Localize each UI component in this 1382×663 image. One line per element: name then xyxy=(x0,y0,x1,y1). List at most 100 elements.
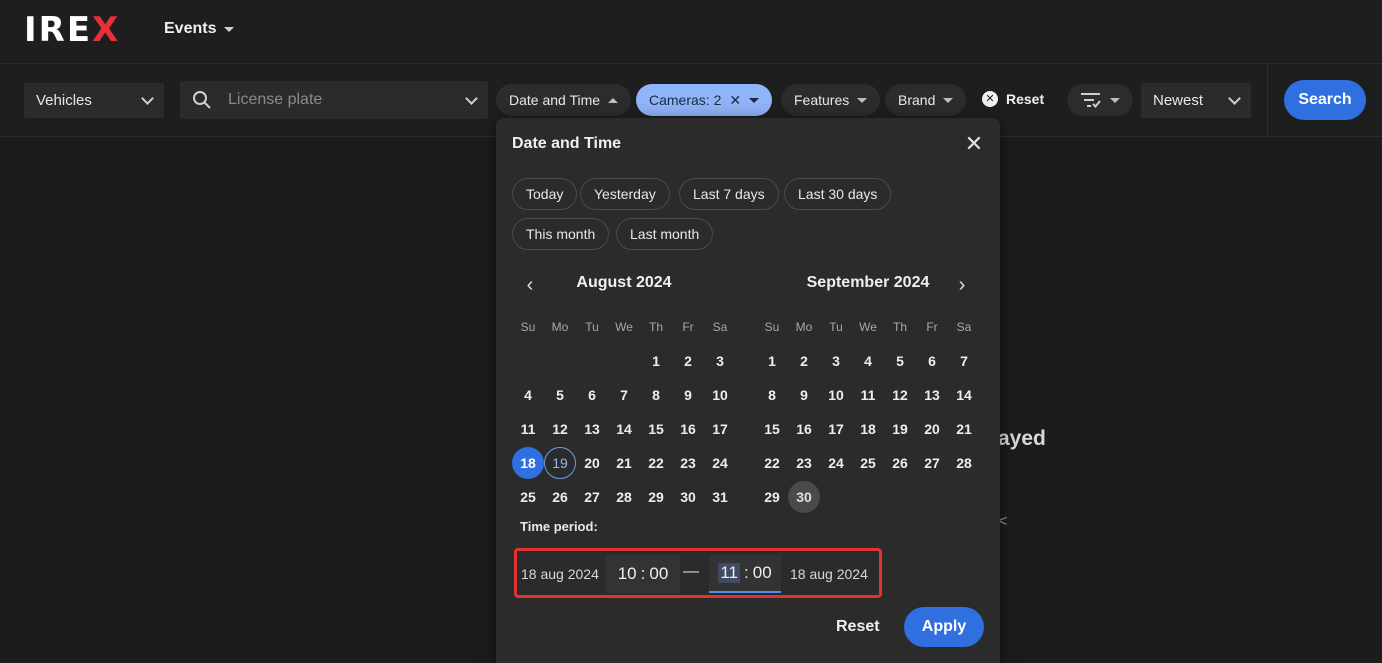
day-cell[interactable]: 14 xyxy=(608,413,640,445)
license-plate-placeholder: License plate xyxy=(228,91,323,108)
day-cell[interactable]: 7 xyxy=(608,379,640,411)
license-plate-input[interactable]: License plate xyxy=(180,81,488,119)
day-cell[interactable]: 12 xyxy=(544,413,576,445)
day-cell[interactable]: 9 xyxy=(788,379,820,411)
day-cell[interactable]: 16 xyxy=(672,413,704,445)
start-hour[interactable]: 10 xyxy=(618,564,637,584)
preset-last-month[interactable]: Last month xyxy=(616,218,714,250)
day-cell[interactable]: 9 xyxy=(672,379,704,411)
sort-options-button[interactable] xyxy=(1067,84,1133,116)
day-cell[interactable]: 7 xyxy=(948,345,980,377)
reset-filters-button[interactable]: ✕ Reset xyxy=(982,91,1044,107)
end-time-input[interactable]: 11 : 00 xyxy=(709,555,781,593)
day-cell[interactable]: 30 xyxy=(672,481,704,513)
day-cell[interactable]: 26 xyxy=(544,481,576,513)
preset-today[interactable]: Today xyxy=(512,178,578,210)
day-cell[interactable]: 12 xyxy=(884,379,916,411)
preset-last-7-days[interactable]: Last 7 days xyxy=(679,178,779,210)
day-cell[interactable]: 18 xyxy=(852,413,884,445)
day-cell[interactable]: 22 xyxy=(640,447,672,479)
day-cell[interactable]: 21 xyxy=(948,413,980,445)
day-cell[interactable]: 17 xyxy=(820,413,852,445)
day-cell[interactable]: 25 xyxy=(512,481,544,513)
features-filter[interactable]: Features xyxy=(781,84,881,116)
day-cell[interactable]: 14 xyxy=(948,379,980,411)
day-cell[interactable]: 30 xyxy=(788,481,820,513)
day-cell[interactable]: 17 xyxy=(704,413,736,445)
date-time-popup: Date and Time ✕ Today Yesterday Last 7 d… xyxy=(496,118,1000,663)
popup-reset-button[interactable]: Reset xyxy=(836,618,880,636)
day-cell[interactable]: 28 xyxy=(608,481,640,513)
day-cell[interactable]: 19 xyxy=(544,447,576,479)
day-cell[interactable]: 24 xyxy=(820,447,852,479)
logo-text: IREX xyxy=(24,10,121,50)
august-calendar: Su Mo Tu We Th Fr Sa 1 2 3 4 5 6 7 8 9 10 11 12 13 14 15 16 17 1… xyxy=(512,316,736,514)
preset-last-30-days[interactable]: Last 30 days xyxy=(784,178,892,210)
background-message-fragment: ayed xyxy=(998,427,1046,450)
day-cell[interactable]: 10 xyxy=(704,379,736,411)
weekday-header: Su xyxy=(764,320,780,334)
day-cell[interactable]: 1 xyxy=(756,345,788,377)
day-cell[interactable]: 28 xyxy=(948,447,980,479)
brand-filter[interactable]: Brand xyxy=(885,84,967,116)
preset-this-month[interactable]: This month xyxy=(512,218,610,250)
day-cell[interactable]: 25 xyxy=(852,447,884,479)
day-cell[interactable]: 13 xyxy=(576,413,608,445)
day-cell[interactable]: 15 xyxy=(756,413,788,445)
day-cell[interactable]: 23 xyxy=(672,447,704,479)
day-cell[interactable]: 22 xyxy=(756,447,788,479)
day-cell[interactable]: 24 xyxy=(704,447,736,479)
day-cell[interactable]: 27 xyxy=(916,447,948,479)
day-cell[interactable]: 4 xyxy=(512,379,544,411)
day-cell[interactable]: 27 xyxy=(576,481,608,513)
day-cell[interactable]: 15 xyxy=(640,413,672,445)
cameras-filter[interactable]: Cameras: 2 ✕ xyxy=(636,84,773,116)
day-cell[interactable]: 20 xyxy=(576,447,608,479)
end-hour[interactable]: 11 xyxy=(718,563,740,583)
empty-day-cell xyxy=(916,481,948,513)
search-button[interactable]: Search xyxy=(1284,80,1366,120)
day-cell[interactable]: 11 xyxy=(512,413,544,445)
irex-logo[interactable]: IREX xyxy=(24,10,121,50)
prev-month-icon[interactable]: ‹ xyxy=(520,275,540,296)
sort-select[interactable]: Newest xyxy=(1141,83,1251,118)
events-menu[interactable]: Events xyxy=(164,20,235,38)
day-cell[interactable]: 1 xyxy=(640,345,672,377)
day-cell[interactable]: 8 xyxy=(756,379,788,411)
day-cell[interactable]: 26 xyxy=(884,447,916,479)
apply-button[interactable]: Apply xyxy=(904,607,984,647)
day-cell[interactable]: 11 xyxy=(852,379,884,411)
day-cell[interactable]: 2 xyxy=(788,345,820,377)
brand-label: Brand xyxy=(898,92,936,108)
day-cell[interactable]: 18 xyxy=(512,447,544,479)
day-cell[interactable]: 23 xyxy=(788,447,820,479)
day-cell[interactable]: 19 xyxy=(884,413,916,445)
end-minute[interactable]: 00 xyxy=(753,563,772,583)
day-cell[interactable]: 8 xyxy=(640,379,672,411)
clear-cameras-icon[interactable]: ✕ xyxy=(729,92,741,109)
day-cell[interactable]: 10 xyxy=(820,379,852,411)
start-time-input[interactable]: 10 : 00 xyxy=(606,555,680,593)
day-cell[interactable]: 2 xyxy=(672,345,704,377)
start-minute[interactable]: 00 xyxy=(649,564,668,584)
day-cell[interactable]: 3 xyxy=(704,345,736,377)
preset-yesterday[interactable]: Yesterday xyxy=(580,178,670,210)
day-cell[interactable]: 6 xyxy=(916,345,948,377)
day-cell[interactable]: 29 xyxy=(640,481,672,513)
object-type-select[interactable]: Vehicles xyxy=(24,83,164,118)
day-cell[interactable]: 29 xyxy=(756,481,788,513)
next-month-icon[interactable]: › xyxy=(952,275,972,296)
day-cell[interactable]: 4 xyxy=(852,345,884,377)
date-time-filter[interactable]: Date and Time xyxy=(496,84,632,116)
day-cell[interactable]: 3 xyxy=(820,345,852,377)
day-cell[interactable]: 13 xyxy=(916,379,948,411)
day-cell[interactable]: 5 xyxy=(884,345,916,377)
day-cell[interactable]: 21 xyxy=(608,447,640,479)
day-cell[interactable]: 20 xyxy=(916,413,948,445)
day-cell[interactable]: 31 xyxy=(704,481,736,513)
day-cell[interactable]: 16 xyxy=(788,413,820,445)
day-cell[interactable]: 6 xyxy=(576,379,608,411)
day-cell[interactable]: 5 xyxy=(544,379,576,411)
caret-down-icon xyxy=(857,97,868,103)
close-icon[interactable]: ✕ xyxy=(962,133,986,158)
